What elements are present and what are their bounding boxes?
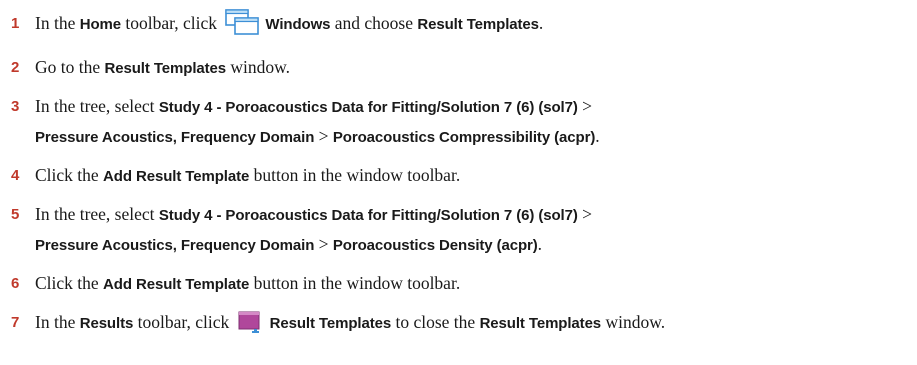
- step-2: 2 Go to the Result Templates window.: [11, 53, 911, 83]
- step-text: button in the window toolbar.: [249, 165, 461, 185]
- result-templates-label: Result Templates: [479, 315, 602, 332]
- tree-node-pressure-acoustics: Pressure Acoustics, Frequency Domain: [35, 129, 315, 146]
- tree-node-solution: Study 4 - Poroacoustics Data for Fitting…: [158, 207, 578, 224]
- step-text: In the: [35, 312, 80, 332]
- step-1: 1 In the Home toolbar, click Windows and …: [11, 9, 911, 44]
- windows-label: Windows: [265, 16, 331, 33]
- step-text: In the tree, select: [35, 204, 159, 224]
- step-text: toolbar, click: [121, 13, 222, 33]
- step-5: 5 In the tree, select Study 4 - Poroacous…: [11, 200, 911, 260]
- tree-node-solution: Study 4 - Poroacoustics Data for Fitting…: [158, 99, 578, 116]
- result-templates-label: Result Templates: [104, 60, 227, 77]
- step-text: Click the: [35, 165, 104, 185]
- step-text: Click the: [35, 273, 104, 293]
- step-text: to close the: [391, 312, 480, 332]
- step-text: window.: [601, 312, 666, 332]
- step-text: .: [538, 13, 544, 33]
- step-text: .: [537, 234, 543, 254]
- results-toolbar-label: Results: [79, 315, 134, 332]
- result-templates-label: Result Templates: [269, 315, 392, 332]
- step-number: 3: [11, 98, 20, 115]
- step-text: button in the window toolbar.: [249, 273, 461, 293]
- step-text: Go to the: [35, 57, 105, 77]
- add-result-template-label: Add Result Template: [103, 168, 250, 185]
- step-number: 7: [11, 314, 20, 331]
- step-text: In the: [35, 13, 80, 33]
- step-number: 6: [11, 275, 20, 292]
- step-text: In the tree, select: [35, 96, 159, 116]
- step-3: 3 In the tree, select Study 4 - Poroacous…: [11, 92, 911, 152]
- result-templates-label: Result Templates: [417, 16, 539, 33]
- step-text: >: [577, 204, 592, 224]
- result-templates-icon: [238, 310, 264, 343]
- home-toolbar-label: Home: [79, 16, 121, 33]
- add-result-template-label: Add Result Template: [103, 276, 250, 293]
- instruction-steps: 1 In the Home toolbar, click Windows and …: [11, 9, 911, 352]
- step-text: .: [595, 126, 600, 146]
- step-text: and choose: [330, 13, 418, 33]
- step-number: 5: [11, 206, 20, 223]
- tree-node-compressibility: Poroacoustics Compressibility (acpr): [332, 129, 596, 146]
- step-text: >: [577, 96, 592, 116]
- step-4: 4 Click the Add Result Template button in…: [11, 161, 911, 191]
- step-number: 2: [11, 59, 20, 76]
- step-number: 4: [11, 167, 20, 184]
- windows-icon: [225, 9, 260, 44]
- tree-node-pressure-acoustics: Pressure Acoustics, Frequency Domain: [35, 237, 315, 254]
- step-text: toolbar, click: [133, 312, 234, 332]
- step-number: 1: [11, 15, 20, 32]
- step-text: >: [314, 234, 333, 254]
- step-text: >: [314, 126, 333, 146]
- step-6: 6 Click the Add Result Template button in…: [11, 269, 911, 299]
- tree-node-density: Poroacoustics Density (acpr): [332, 237, 538, 254]
- step-text: window.: [226, 57, 291, 77]
- step-7: 7 In the Results toolbar, click Result Te…: [11, 308, 911, 343]
